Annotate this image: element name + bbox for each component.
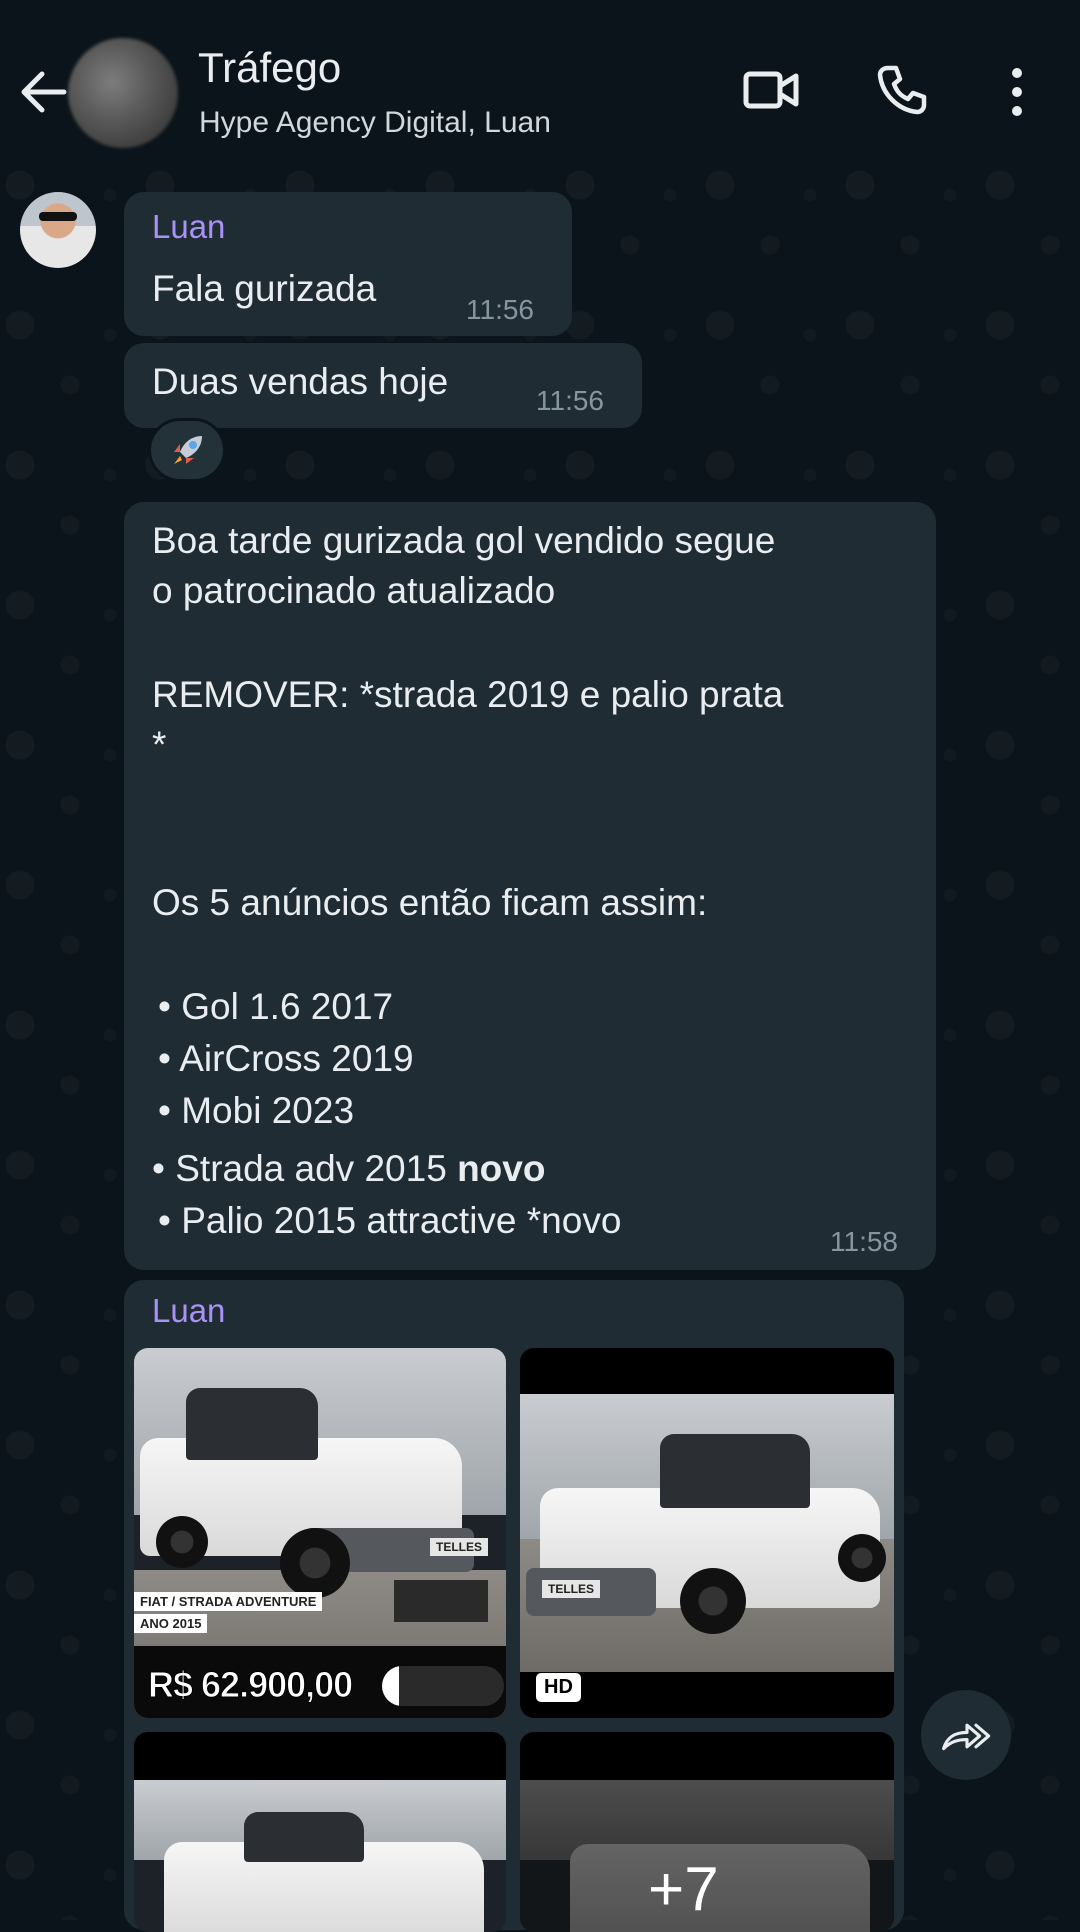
chat-header: Tráfego Hype Agency Digital, Luan: [0, 0, 1080, 165]
message-time: 11:58: [830, 1226, 898, 1257]
more-count: +7: [648, 1855, 719, 1924]
price-strip: R$ 62.900,00: [134, 1646, 506, 1718]
truck-wheel: [156, 1516, 208, 1568]
album-photo[interactable]: [134, 1732, 506, 1932]
message-line: o patrocinado atualizado: [152, 570, 556, 611]
arrow-left-icon[interactable]: [18, 70, 68, 114]
truck-window: [244, 1812, 364, 1862]
sender-avatar[interactable]: [20, 192, 96, 268]
photo-letterbox: [520, 1348, 894, 1394]
truck-wheel: [680, 1568, 746, 1634]
album-photo[interactable]: FIAT / STRADA ADVENTURE ANO 2015 TELLES …: [134, 1348, 506, 1718]
message-line: REMOVER: *strada 2019 e palio prata: [152, 674, 784, 715]
message-text: Duas vendas hoje: [152, 361, 449, 402]
ad-banner-line: FIAT / STRADA ADVENTURE: [134, 1592, 323, 1611]
hd-badge: HD: [536, 1673, 581, 1702]
ad-banner-line: ANO 2015: [134, 1614, 208, 1633]
sender-name[interactable]: Luan: [152, 1292, 225, 1330]
message-line: *: [152, 724, 167, 765]
plate-text: TELLES: [430, 1538, 489, 1556]
group-avatar[interactable]: [68, 38, 178, 148]
album-photo-more[interactable]: +7: [520, 1732, 894, 1932]
album-photo[interactable]: TELLES HD: [520, 1348, 894, 1718]
message-bubble[interactable]: Duas vendas hoje 11:56: [124, 343, 642, 428]
forward-icon: [942, 1723, 991, 1751]
phone-call-icon[interactable]: [874, 62, 930, 118]
redacted-box: [394, 1580, 488, 1622]
forward-button[interactable]: [921, 1690, 1011, 1780]
video-call-icon[interactable]: [742, 68, 800, 112]
message-bubble[interactable]: Luan Fala gurizada 11:56: [124, 192, 572, 336]
chat-subtitle[interactable]: Hype Agency Digital, Luan: [199, 106, 551, 140]
message-bubble[interactable]: Boa tarde gurizada gol vendido segue o p…: [124, 502, 936, 1270]
message-time: 11:56: [536, 385, 604, 416]
message-line: Os 5 anúncios então ficam assim:: [152, 882, 708, 923]
list-item: • Palio 2015 attractive *novo: [158, 1200, 622, 1241]
redacted-pill: [382, 1666, 504, 1706]
album-message-bubble[interactable]: Luan FIAT / STRADA ADVENTURE ANO 2015 TE…: [124, 1280, 904, 1932]
list-item: • AirCross 2019: [158, 1038, 414, 1079]
more-vert-icon[interactable]: [1003, 66, 1031, 118]
bold-text: novo: [457, 1148, 546, 1189]
message-text: Fala gurizada: [152, 268, 377, 309]
sender-name[interactable]: Luan: [152, 208, 225, 246]
list-item: • Strada adv 2015 novo: [152, 1148, 546, 1189]
truck-wheel: [838, 1534, 886, 1582]
truck-wheel: [280, 1528, 350, 1598]
plate-text: TELLES: [542, 1580, 601, 1598]
reaction-badge[interactable]: [148, 418, 226, 482]
rocket-icon: [174, 436, 202, 464]
list-item: • Gol 1.6 2017: [158, 986, 394, 1027]
price-label: R$ 62.900,00: [147, 1664, 353, 1706]
chat-title[interactable]: Tráfego: [198, 44, 341, 92]
truck-window: [186, 1388, 318, 1460]
truck-window: [660, 1434, 810, 1508]
message-line: Boa tarde gurizada gol vendido segue: [152, 520, 776, 561]
list-item: • Mobi 2023: [158, 1090, 355, 1131]
photo-letterbox: [134, 1732, 506, 1780]
message-time: 11:56: [466, 294, 534, 325]
